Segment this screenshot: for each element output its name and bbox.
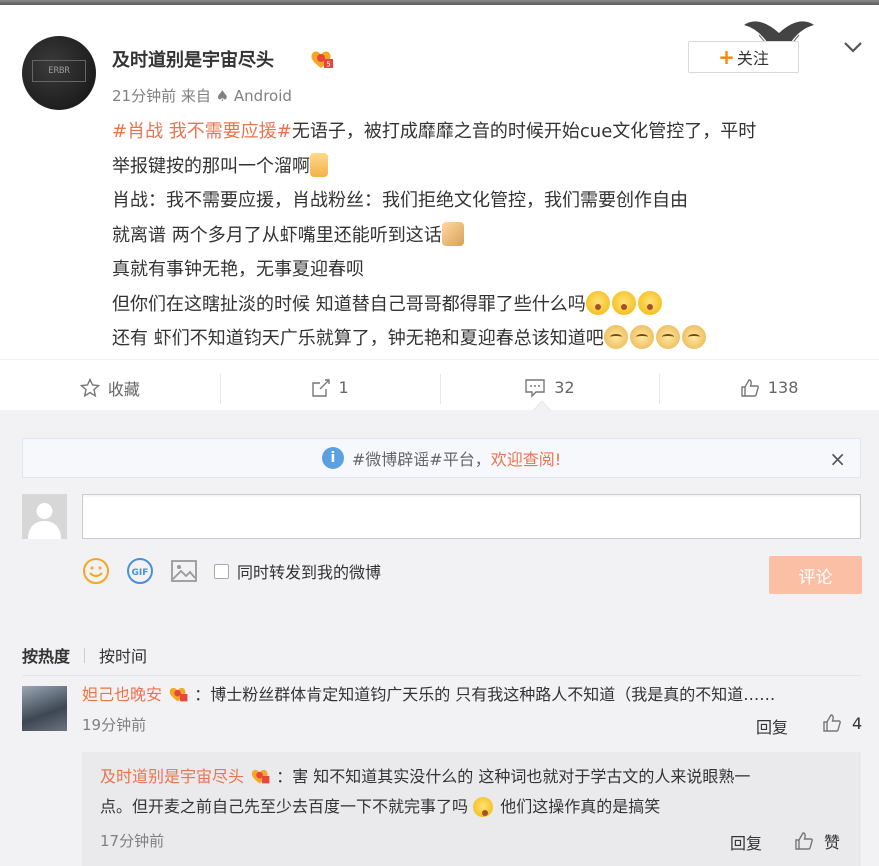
comment-text: 妲己也晚安 ：博士粉丝群体肯定知道钧广天乐的 只有我这种路人不知道（我是真的不知… [82,683,775,707]
current-user-avatar [22,494,67,539]
vip-badge-icon [169,687,188,702]
cat-face-emoji-icon [603,325,628,349]
notice-topic[interactable]: #微博辟谣#平台， [352,446,491,470]
plus-icon: + [718,45,735,69]
like-button[interactable]: 138 [659,360,879,415]
post-content: #肖战 我不需要应援#无语子，被打成靡靡之音的时候开始cue文化管控了，平时 举… [112,115,862,357]
poster-username[interactable]: 及时道别是宇宙尽头 [112,46,274,72]
android-icon: ♠ [215,87,230,105]
avatar-sign-text: ERBR [32,60,86,82]
default-avatar-icon [22,494,67,539]
rumor-notice-bar: i #微博辟谣#平台， 欢迎查阅! × [22,438,861,478]
repost-checkbox[interactable] [214,563,229,579]
sort-tabs: 按热度 按时间 [22,643,147,667]
repost-button[interactable]: 1 [219,360,440,415]
sort-by-time-tab[interactable]: 按时间 [99,643,147,667]
repost-icon [311,378,330,397]
favorite-button[interactable]: 收藏 [0,360,220,415]
vip-badge-icon: 5 [311,51,333,69]
thumbs-up-icon [795,832,813,850]
follow-button[interactable]: + 关注 [688,41,799,73]
post-meta: 21分钟前 来自 ♠ Android [112,85,292,106]
topic-link[interactable]: #肖战 我不需要应援# [112,121,292,142]
post-time[interactable]: 21分钟前 [112,87,176,105]
comment-tools: GIF 同时转发到我的微博 [82,556,381,586]
emoji-face-icon[interactable] [82,557,110,585]
sort-divider [84,647,86,663]
star-icon [79,377,100,397]
info-icon: i [321,447,344,469]
comment-icon [525,378,545,398]
comment-body: ：博士粉丝群体肯定知道钧广天乐的 只有我这种路人不知道（我是真的不知道…… [194,685,776,704]
submit-comment-button[interactable]: 评论 [769,556,862,594]
thumbs-up-emoji-icon [310,152,328,177]
repost-checkbox-label[interactable]: 同时转发到我的微博 [237,559,381,583]
surprised-face-emoji-icon [585,290,610,315]
surprised-face-emoji-icon [611,290,636,315]
vip-badge-icon [251,769,270,784]
facepalm-emoji-icon [473,797,494,817]
commenter-avatar[interactable] [22,686,67,731]
comment-caret-icon [533,400,551,411]
post-actions-bar: 收藏 1 32 138 [0,359,879,415]
post-source[interactable]: Android [234,87,292,105]
thumbs-up-icon [741,378,759,397]
cat-face-emoji-icon [655,325,680,349]
divider [22,675,861,676]
svg-text:5: 5 [326,61,330,69]
comment-time: 19分钟前 [82,716,147,734]
content-line-6: 但你们在这瞎扯淡的时候 知道替自己哥哥都得罪了些什么吗 [112,288,862,323]
poster-avatar[interactable]: ERBR [22,36,96,110]
sub-like-label: 赞 [824,833,841,852]
comment-input[interactable] [82,494,861,539]
content-line-5: 真就有事钟无艳，无事夏迎春呗 [112,259,364,280]
cat-face-emoji-icon [681,325,706,349]
follow-label: 关注 [736,49,769,68]
thumbs-up-icon [823,714,841,732]
sub-comment-text: 及时道别是宇宙尽头 ：害 知不知道其实没什么的 这种词也就对于学古文的人来说眼熟… [100,767,751,817]
content-line-4: 就离谱 两个多月了从虾嘴里还能听到这话 [112,219,862,254]
gif-icon[interactable]: GIF [126,557,154,585]
sub-comment-box: 及时道别是宇宙尽头 ：害 知不知道其实没什么的 这种词也就对于学古文的人来说眼熟… [82,752,861,866]
image-icon[interactable] [170,557,198,585]
sub-like-button[interactable]: 赞 [794,829,840,853]
post-source-prefix: 来自 [180,87,211,105]
surprised-face-emoji-icon [637,290,662,315]
content-line-2: 举报键按的那叫一个溜啊 [112,150,862,185]
close-icon[interactable]: × [829,447,846,471]
content-line-7: 还有 虾们不知道钧天广乐就算了，钟无艳和夏迎春总该知道吧 [112,322,862,357]
sub-reply-button[interactable]: 回复 [730,830,762,854]
praying-hands-emoji-icon [441,221,464,246]
sort-by-hot-tab[interactable]: 按热度 [22,643,70,667]
weibo-post-card: ERBR 及时道别是宇宙尽头 5 21分钟前 来自 ♠ Android + 关注… [0,5,879,410]
notice-link[interactable]: 欢迎查阅! [491,446,561,470]
reply-button[interactable]: 回复 [756,714,788,738]
sub-commenter-name[interactable]: 及时道别是宇宙尽头 [100,767,244,786]
content-line-1: #肖战 我不需要应援#无语子，被打成靡靡之音的时候开始cue文化管控了，平时 [112,121,757,142]
comment-like-button[interactable]: 4 [822,713,862,733]
sub-comment-time: 17分钟前 [100,832,165,850]
chevron-down-icon[interactable] [842,39,864,55]
comment-section: i #微博辟谣#平台， 欢迎查阅! × GIF 同时转发到我的微博 评论 按热度… [0,410,879,866]
comment-like-count: 4 [852,713,863,733]
cat-face-emoji-icon [629,325,654,349]
content-line-3: 肖战：我不需要应援，肖战粉丝：我们拒绝文化管控，我们需要创作自由 [112,190,688,211]
svg-text:GIF: GIF [132,568,149,578]
commenter-name[interactable]: 妲己也晚安 [82,685,162,704]
